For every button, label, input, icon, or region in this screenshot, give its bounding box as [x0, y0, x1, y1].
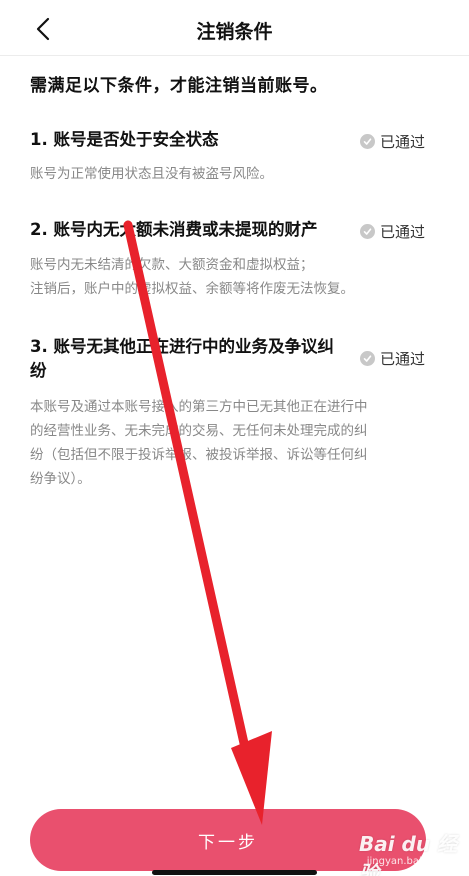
- intro-text: 需满足以下条件，才能注销当前账号。: [30, 76, 328, 96]
- desc-line: 账号为正常使用状态且没有被盗号风险。: [30, 166, 273, 182]
- watermark: Bai du 经验 jingyan.baidu.com: [359, 826, 459, 876]
- check-icon: [359, 224, 375, 239]
- desc-line: 纷争议）。: [30, 471, 91, 487]
- condition-1-title: 1. 账号是否处于安全状态: [30, 130, 219, 149]
- condition-3-title: 3. 账号无其他正在进行中的业务及争议纠纷: [30, 337, 334, 380]
- condition-3-status: 已通过: [359, 348, 425, 369]
- condition-3-desc: 本账号及通过本账号接入的第三方中已无其他正在进行中 的经营性业务、无未完成的交易…: [30, 395, 435, 491]
- check-icon: [359, 134, 375, 149]
- watermark-url: jingyan.baidu.com: [366, 856, 459, 867]
- status-label: 已通过: [379, 350, 425, 368]
- check-icon: [359, 351, 375, 366]
- nav-bar: 注销条件: [0, 0, 469, 56]
- desc-line: 账号内无未结清的欠款、大额资金和虚拟权益；: [30, 257, 314, 273]
- desc-line: 纷（包括但不限于投诉举报、被投诉举报、诉讼等任何纠: [30, 447, 368, 463]
- status-label: 已通过: [379, 133, 425, 151]
- condition-2-desc: 账号内无未结清的欠款、大额资金和虚拟权益； 注销后，账户中的虚拟权益、余额等将作…: [30, 253, 435, 301]
- desc-line: 本账号及通过本账号接入的第三方中已无其他正在进行中: [30, 399, 368, 415]
- condition-2-title: 2. 账号内无大额未消费或未提现的财产: [30, 220, 318, 239]
- watermark-logo: Bai du 经验: [359, 832, 458, 876]
- condition-1-status: 已通过: [359, 131, 425, 152]
- page-title: 注销条件: [196, 21, 273, 43]
- condition-2-status: 已通过: [359, 221, 425, 242]
- desc-line: 的经营性业务、无未完成的交易、无任何未处理完成的纠: [30, 423, 368, 439]
- home-indicator: [152, 870, 317, 875]
- status-label: 已通过: [379, 223, 425, 241]
- condition-1-desc: 账号为正常使用状态且没有被盗号风险。: [30, 162, 435, 186]
- desc-line: 注销后，账户中的虚拟权益、余额等将作废无法恢复。: [30, 281, 354, 297]
